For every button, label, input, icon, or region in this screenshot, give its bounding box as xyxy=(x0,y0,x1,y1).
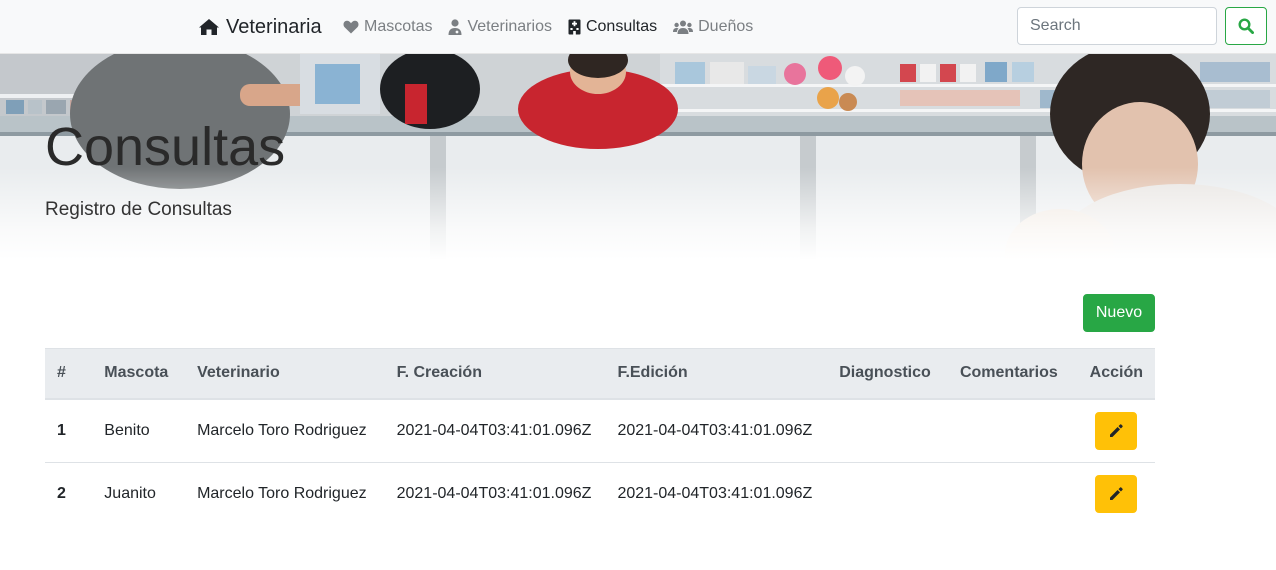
cell-creacion: 2021-04-04T03:41:01.096Z xyxy=(396,484,592,502)
search-icon xyxy=(1238,18,1254,34)
cell-edicion: 2021-04-04T03:41:01.096Z xyxy=(605,398,828,463)
cell-mascota: Benito xyxy=(92,398,186,463)
cell-accion xyxy=(1077,398,1155,463)
top-navbar: Veterinaria Mascotas Veterinarios Consul… xyxy=(0,0,1276,54)
col-header-mascota: Mascota xyxy=(92,348,186,400)
table-row: 1 Benito Marcelo Toro Rodriguez 2021-04-… xyxy=(45,398,1155,463)
search-input[interactable] xyxy=(1017,7,1217,45)
nav-item-veterinarios[interactable]: Veterinarios xyxy=(448,18,552,36)
cell-creacion: 2021-04-04T03:41:01.096Z xyxy=(384,398,606,463)
col-header-num: # xyxy=(45,348,93,400)
cell-edicion: 2021-04-04T03:41:01.096Z xyxy=(617,484,813,502)
nav-item-label: Mascotas xyxy=(364,18,433,35)
search-button[interactable] xyxy=(1225,7,1267,45)
cell-diagnostico xyxy=(827,398,948,463)
hospital-icon xyxy=(568,19,581,35)
nav-item-consultas[interactable]: Consultas xyxy=(568,18,657,36)
cell-veterinario: Marcelo Toro Rodriguez xyxy=(185,398,385,463)
page-title: Consultas xyxy=(45,117,286,177)
hero-banner: Consultas Registro de Consultas xyxy=(0,54,1276,260)
cell-diagnostico xyxy=(827,462,948,525)
consultas-table: # Mascota Veterinario F. Creación F.Edic… xyxy=(45,348,1155,525)
table-row: 2 Juanito Marcelo Toro Rodriguez 2021-04… xyxy=(45,462,1155,525)
table-body: 1 Benito Marcelo Toro Rodriguez 2021-04-… xyxy=(45,398,1155,525)
brand-label: Veterinaria xyxy=(226,15,322,38)
edit-button[interactable] xyxy=(1095,474,1138,513)
nav-item-mascotas[interactable]: Mascotas xyxy=(343,18,432,36)
cell-accion xyxy=(1078,462,1155,525)
cell-comentarios xyxy=(948,462,1078,525)
pencil-icon xyxy=(1109,486,1124,501)
heart-icon xyxy=(343,20,359,34)
col-header-diagnostico: Diagnostico xyxy=(827,348,948,400)
home-icon xyxy=(198,18,220,36)
table-header-row: # Mascota Veterinario F. Creación F.Edic… xyxy=(45,348,1155,400)
page-subtitle: Registro de Consultas xyxy=(45,199,232,220)
col-header-veterinario: Veterinario xyxy=(185,348,385,400)
col-header-creacion: F. Creación xyxy=(384,348,606,400)
brand-link[interactable]: Veterinaria xyxy=(198,13,322,41)
table-header: # Mascota Veterinario F. Creación F.Edic… xyxy=(45,348,1155,400)
nav-item-label: Consultas xyxy=(585,18,658,35)
cell-num: 1 xyxy=(45,398,93,463)
nav-item-label: Dueños xyxy=(698,18,754,35)
nav-item-duenos[interactable]: Dueños xyxy=(673,18,753,36)
nav-item-label: Veterinarios xyxy=(467,18,552,35)
col-header-comentarios: Comentarios xyxy=(947,348,1078,400)
nav-links: Mascotas Veterinarios Consultas Dueños xyxy=(343,15,769,39)
cell-comentarios xyxy=(947,398,1078,463)
pencil-icon xyxy=(1109,423,1124,438)
edit-button[interactable] xyxy=(1095,411,1138,450)
col-header-accion: Acción xyxy=(1077,348,1155,400)
new-consulta-button[interactable]: Nuevo xyxy=(1083,294,1155,332)
user-doctor-icon xyxy=(448,19,462,35)
users-icon xyxy=(673,20,694,34)
cell-veterinario: Marcelo Toro Rodriguez xyxy=(197,484,367,502)
cell-num: 2 xyxy=(57,484,66,502)
col-header-edicion: F.Edición xyxy=(605,348,828,400)
cell-mascota: Juanito xyxy=(104,484,156,502)
